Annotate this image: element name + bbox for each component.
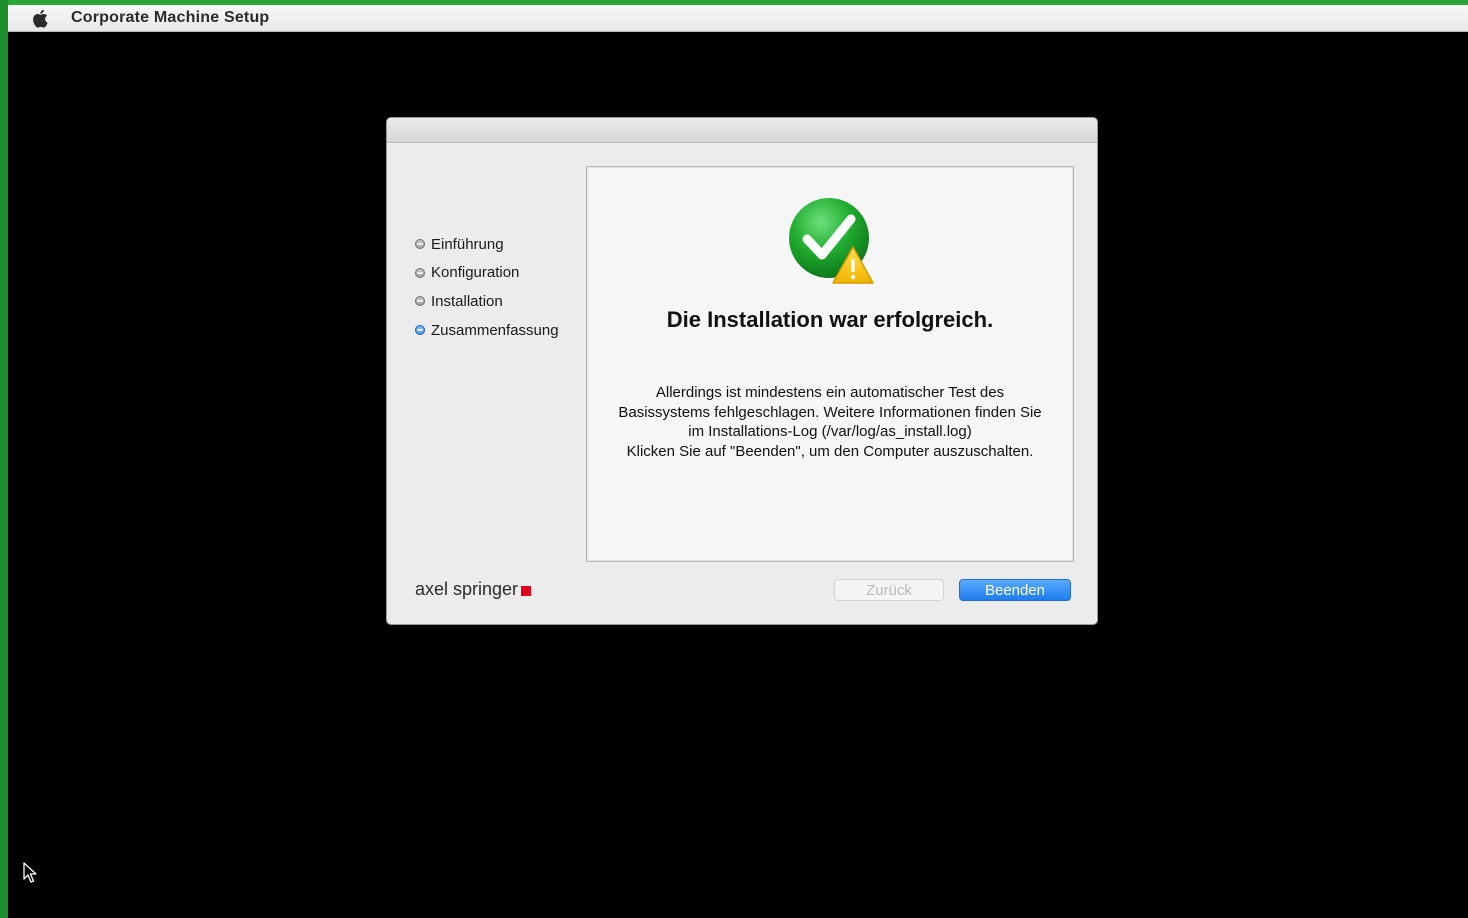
message-line: Klicken Sie auf "Beenden", um den Comput…	[626, 442, 1034, 460]
back-button[interactable]: Zurück	[834, 579, 944, 601]
finish-button[interactable]: Beenden	[959, 579, 1071, 601]
message-line: Allerdings ist mindestens ein automatisc…	[655, 384, 1005, 401]
success-with-warning-icon	[789, 197, 877, 285]
message-line: Basissystems fehlgeschlagen. Weitere Inf…	[618, 403, 1042, 421]
step-label: Konfiguration	[431, 264, 520, 282]
step-item-installation: Installation	[415, 287, 559, 316]
step-bullet-icon	[415, 239, 425, 250]
step-item-einfuehrung: Einführung	[415, 230, 559, 259]
desktop-frame-left	[0, 0, 8, 918]
result-headline: Die Installation war erfolgreich.	[666, 307, 994, 332]
step-item-konfiguration: Konfiguration	[415, 259, 559, 288]
menu-bar: Corporate Machine Setup	[8, 5, 1468, 32]
mouse-pointer-icon	[22, 862, 38, 884]
step-bullet-icon	[415, 296, 425, 307]
brand-logo: axel springer	[415, 579, 532, 600]
apple-icon[interactable]	[31, 8, 49, 28]
result-message: Allerdings ist mindestens ein automatisc…	[597, 383, 1063, 461]
brand-name: axel springer	[415, 579, 519, 599]
message-line: im Installations-Log (/var/log/as_instal…	[688, 423, 972, 440]
step-list: Einführung Konfiguration Installation Zu…	[415, 230, 559, 344]
step-bullet-active-icon	[415, 325, 425, 336]
step-label: Installation	[431, 292, 503, 310]
step-item-zusammenfassung: Zusammenfassung	[415, 316, 559, 345]
step-bullet-icon	[415, 267, 425, 278]
summary-panel: Die Installation war erfolgreich. Allerd…	[586, 166, 1074, 562]
app-menu-title[interactable]: Corporate Machine Setup	[71, 9, 269, 27]
installer-window: Einführung Konfiguration Installation Zu…	[387, 118, 1097, 624]
step-label: Zusammenfassung	[431, 321, 559, 339]
window-titlebar[interactable]	[387, 118, 1097, 143]
step-label: Einführung	[431, 235, 504, 253]
brand-square-icon	[521, 586, 532, 596]
